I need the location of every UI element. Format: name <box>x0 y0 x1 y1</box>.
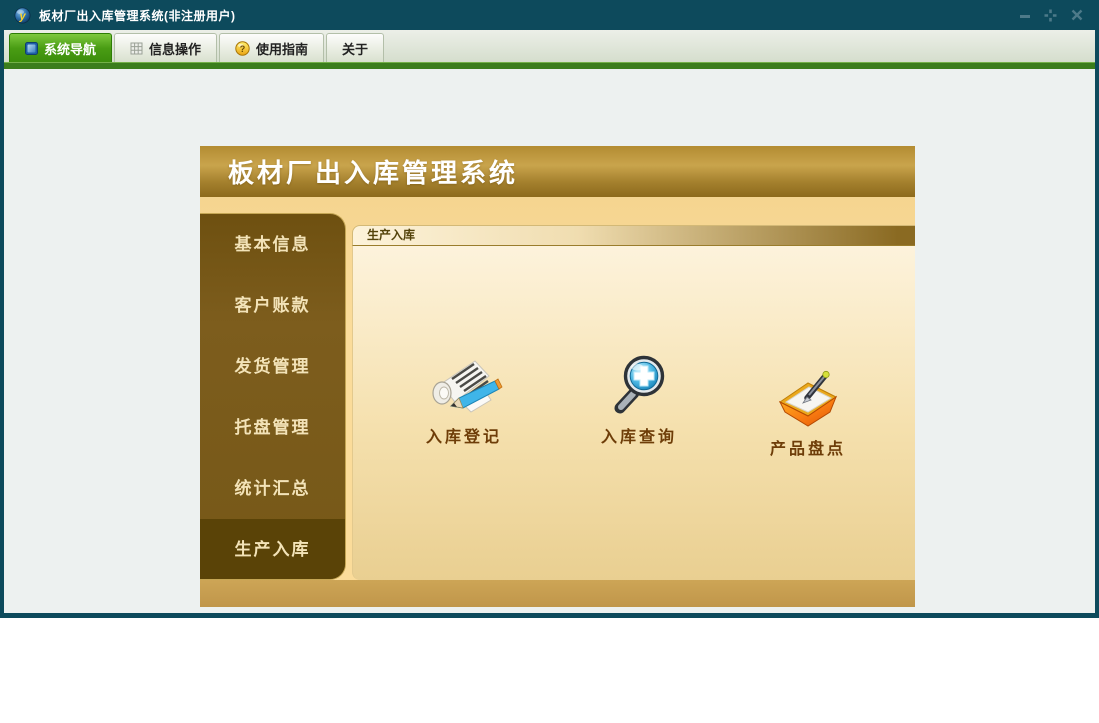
shortcut-product-inventory[interactable]: 产品盘点 <box>733 358 883 459</box>
tab-system-nav[interactable]: 系统导航 <box>9 33 113 62</box>
help-icon: ? <box>235 40 250 56</box>
groupbox-production-inbound: 生产入库 入库登记 入库查询 产品盘点 <box>352 225 915 580</box>
restore-icon <box>1044 9 1057 21</box>
tab-label: 系统导航 <box>44 41 97 57</box>
sidebar-item-shipping-mgmt[interactable]: 发货管理 <box>200 336 345 397</box>
tabbar: 系统导航 信息操作 ? 使用指南 关于 <box>4 30 1095 62</box>
shortcut-label-product-inventory: 产品盘点 <box>769 441 846 458</box>
panel-title: 板材厂出入库管理系统 <box>228 158 519 188</box>
shortcut-label-inbound-register: 入库登记 <box>425 429 502 446</box>
tab-user-guide[interactable]: ? 使用指南 <box>219 33 325 62</box>
panel-header: 板材厂出入库管理系统 <box>200 146 915 197</box>
panel-footer-strip <box>200 580 915 607</box>
tab-label: 使用指南 <box>256 41 309 57</box>
tab-info-ops[interactable]: 信息操作 <box>114 33 218 62</box>
app-window: y 板材厂出入库管理系统(非注册用户) 系统导航 信息操作 ? 使用指南 关于 … <box>0 0 1099 618</box>
nav-square-icon <box>25 41 38 55</box>
minimize-icon <box>1019 15 1030 18</box>
inventory-folder-icon <box>778 370 838 427</box>
tab-label: 信息操作 <box>149 41 202 57</box>
window-title: 板材厂出入库管理系统(非注册用户) <box>39 8 236 23</box>
close-button[interactable] <box>1070 9 1083 22</box>
svg-text:?: ? <box>240 44 246 54</box>
sidebar-item-pallet-mgmt[interactable]: 托盘管理 <box>200 397 345 458</box>
app-logo-icon: y <box>14 7 31 23</box>
grid-icon <box>130 42 143 54</box>
shortcut-inbound-register[interactable]: 入库登记 <box>389 346 539 447</box>
close-icon <box>1071 9 1082 21</box>
sidebar-item-statistics[interactable]: 统计汇总 <box>200 458 345 519</box>
minimize-button[interactable] <box>1018 9 1031 22</box>
register-scroll-icon <box>432 360 503 413</box>
svg-text:y: y <box>18 10 26 22</box>
shortcut-label-inbound-query: 入库查询 <box>600 429 677 446</box>
shortcut-inbound-query[interactable]: 入库查询 <box>564 346 714 447</box>
search-magnifier-icon <box>614 355 665 414</box>
tab-about[interactable]: 关于 <box>326 33 385 62</box>
sidebar-item-production-inbound[interactable]: 生产入库 <box>200 519 345 579</box>
green-accent-bar <box>4 62 1095 69</box>
main-panel: 板材厂出入库管理系统 基本信息 客户账款 发货管理 托盘管理 统计汇总 生产入库… <box>200 146 915 607</box>
tab-label: 关于 <box>342 41 369 57</box>
sidebar-menu: 基本信息 客户账款 发货管理 托盘管理 统计汇总 生产入库 <box>200 213 346 580</box>
groupbox-title: 生产入库 <box>352 225 915 246</box>
sidebar-item-customer-accounts[interactable]: 客户账款 <box>200 275 345 336</box>
titlebar[interactable]: y 板材厂出入库管理系统(非注册用户) <box>4 0 1095 30</box>
groupbox-content: 入库登记 入库查询 产品盘点 <box>352 246 915 580</box>
sidebar-item-basic-info[interactable]: 基本信息 <box>200 214 345 275</box>
restore-button[interactable] <box>1044 9 1057 22</box>
